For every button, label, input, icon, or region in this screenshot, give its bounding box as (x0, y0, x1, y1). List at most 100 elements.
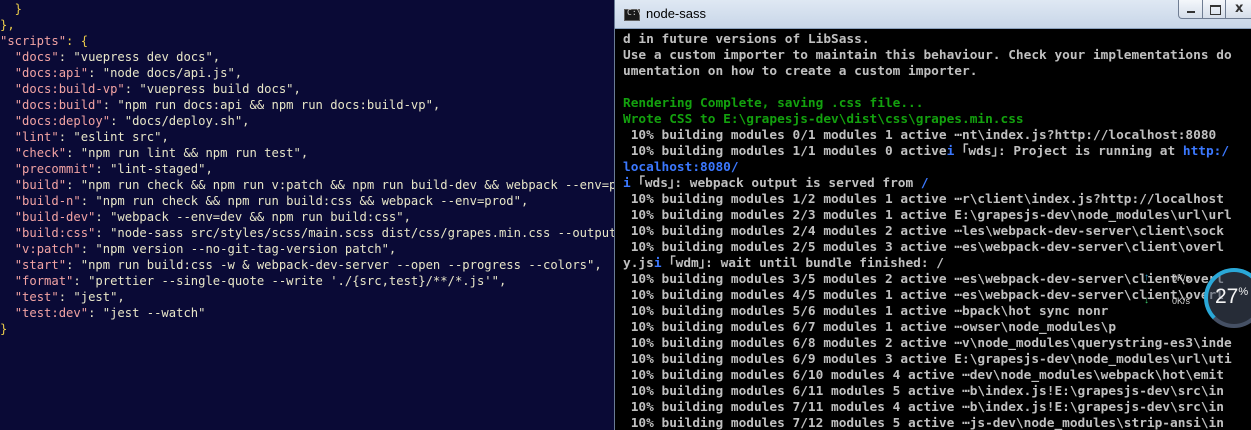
console-line-segment: 10% building modules 2/3 modules 1 activ… (623, 208, 1232, 223)
code-line-segment: "docs:api" (14, 66, 89, 80)
close-button[interactable]: x (1225, 0, 1251, 19)
console-line-segment: / (920, 176, 929, 191)
code-line: } (0, 321, 614, 337)
cpu-usage-percent: 27% (1215, 285, 1249, 308)
console-line-segment: 10% building modules 6/10 modules 4 acti… (623, 368, 1224, 383)
console-line: 10% building modules 1/2 modules 1 activ… (623, 192, 1251, 208)
code-line-segment: : "lint-staged", (95, 162, 213, 176)
code-line-segment: "build-dev" (14, 210, 96, 224)
code-line: "test:dev": "jest --watch" (0, 305, 614, 321)
console-line: Use a custom importer to maintain this b… (623, 48, 1251, 64)
code-line: "build:css": "node-sass src/styles/scss/… (0, 225, 614, 241)
console-line-segment: 10% building modules 7/12 modules 5 acti… (623, 416, 1224, 430)
console-line-segment: 10% building modules 5/6 modules 1 activ… (623, 304, 1109, 319)
download-arrow-icon: ↓ (1144, 295, 1149, 306)
console-line-segment: 10% building modules 6/11 modules 5 acti… (623, 384, 1224, 399)
code-line: "build-dev": "webpack --env=dev && npm r… (0, 209, 614, 225)
console-line-segment: umentation on how to create a custom imp… (623, 64, 978, 79)
code-line: "v:patch": "npm version --no-git-tag-ver… (0, 241, 614, 257)
code-line-segment: "test" (14, 290, 59, 304)
code-line: "test": "jest", (0, 289, 614, 305)
network-speed-widget[interactable]: ↑ 0K/s ↓ 0K/s 27% (1132, 268, 1251, 344)
code-line: "check": "npm run lint && npm run test", (0, 145, 614, 161)
cmd-icon: C:\ (624, 8, 641, 21)
code-line-segment (0, 178, 15, 192)
code-line-segment: : "vuepress build docs", (124, 82, 301, 96)
code-line-segment: "docs" (14, 50, 59, 64)
terminal-window[interactable]: C:\ node-sass x d in future versions of … (614, 0, 1251, 430)
minimize-button[interactable] (1178, 0, 1203, 19)
code-line: "lint": "eslint src", (0, 129, 614, 145)
terminal-titlebar[interactable]: C:\ node-sass x (615, 0, 1251, 29)
code-line: "precommit": "lint-staged", (0, 161, 614, 177)
console-line: d in future versions of LibSass. (623, 32, 1251, 48)
code-line-segment: "start" (14, 258, 67, 272)
code-line: "docs": "vuepress dev docs", (0, 49, 614, 65)
code-line-segment: "v:patch" (14, 242, 81, 256)
code-line-segment (0, 306, 15, 320)
console-line-segment: 10% building modules 1/1 modules 0 activ… (623, 144, 947, 159)
console-line: umentation on how to create a custom imp… (623, 64, 1251, 80)
console-line-segment: Use a custom importer to maintain this b… (623, 48, 1232, 63)
console-line: 10% building modules 6/11 modules 5 acti… (623, 384, 1251, 400)
console-line: 10% building modules 6/9 modules 3 activ… (623, 352, 1251, 368)
code-line-segment (0, 274, 15, 288)
code-line-segment: } (0, 2, 23, 16)
code-line-segment (0, 242, 15, 256)
code-line-segment: "precommit" (14, 162, 96, 176)
code-line-segment (0, 50, 15, 64)
console-line-segment: 10% building modules 2/4 modules 2 activ… (623, 224, 1224, 239)
console-line-segment: 10% building modules 7/11 modules 4 acti… (623, 400, 1224, 415)
code-line-segment: "test:dev" (14, 306, 89, 320)
console-line-segment: 10% building modules 0/1 modules 1 activ… (623, 128, 1217, 143)
code-line-segment: : "npm run build:css -w & webpack-dev-se… (66, 258, 602, 272)
console-line-segment: 10% building modules 1/2 modules 1 activ… (623, 192, 1224, 207)
console-line: 10% building modules 7/11 modules 4 acti… (623, 400, 1251, 416)
code-line-segment: : "npm run lint && npm run test", (66, 146, 309, 160)
console-line: Rendering Complete, saving .css file... (623, 96, 1251, 112)
console-output[interactable]: d in future versions of LibSass. Use a cu… (615, 30, 1251, 430)
console-line: 10% building modules 2/5 modules 3 activ… (623, 240, 1251, 256)
code-line-segment (0, 146, 15, 160)
console-line-segment: ｢wds｣: webpack output is served from (638, 176, 921, 191)
code-editor-pane[interactable]: }}, "scripts": { "docs": "vuepress dev do… (0, 0, 614, 430)
console-line: 10% building modules 0/1 modules 1 activ… (623, 128, 1251, 144)
code-line-segment: "docs:build" (14, 98, 103, 112)
console-line: 10% building modules 2/3 modules 1 activ… (623, 208, 1251, 224)
code-line-segment: : "npm run docs:api && npm run docs:buil… (102, 98, 441, 112)
code-line-segment: "docs:build-vp" (14, 82, 125, 96)
code-line-segment: "build" (14, 178, 67, 192)
code-line-segment: "scripts" (0, 34, 67, 48)
console-line-segment: ｢wds｣: Project is running at (962, 144, 1183, 159)
code-line: "docs:deploy": "docs/deploy.sh", (0, 113, 614, 129)
console-line-segment: http:/ (1182, 144, 1230, 159)
code-line-segment (0, 290, 15, 304)
console-line-segment: 10% building modules 6/9 modules 3 activ… (623, 352, 1232, 367)
console-line-segment: Rendering Complete, saving .css file... (623, 96, 924, 111)
console-line: 10% building modules 2/4 modules 2 activ… (623, 224, 1251, 240)
download-rate: 0K/s (1172, 296, 1191, 306)
code-line-segment: : "jest", (58, 290, 125, 304)
close-icon: x (1235, 1, 1244, 16)
code-line-segment: "docs:deploy" (14, 114, 111, 128)
console-line: 10% building modules 6/10 modules 4 acti… (623, 368, 1251, 384)
console-line-segment: i (623, 176, 631, 191)
cpu-usage-gauge: 27% (1204, 268, 1251, 328)
maximize-button[interactable] (1202, 0, 1226, 19)
code-line: "build-n": "npm run check && npm run bui… (0, 193, 614, 209)
console-line: i ｢wds｣: webpack output is served from / (623, 176, 1251, 192)
console-line-segment: 10% building modules 2/5 modules 3 activ… (623, 240, 1224, 255)
window-title: node-sass (646, 6, 706, 21)
console-line-segment: localhost:8080/ (623, 160, 739, 175)
code-line: "scripts": { (0, 33, 614, 49)
console-line: localhost:8080/ (623, 160, 1251, 176)
console-line-segment: ｢wdm｣: wait until bundle finished: / (661, 256, 944, 271)
code-line-segment (0, 162, 15, 176)
code-line-segment (0, 98, 15, 112)
code-line-segment: : "node-sass src/styles/scss/main.scss d… (95, 226, 614, 240)
code-line-segment (0, 194, 15, 208)
code-line-segment (0, 258, 15, 272)
code-line-segment (0, 130, 15, 144)
code-line-segment: : { (66, 34, 89, 48)
